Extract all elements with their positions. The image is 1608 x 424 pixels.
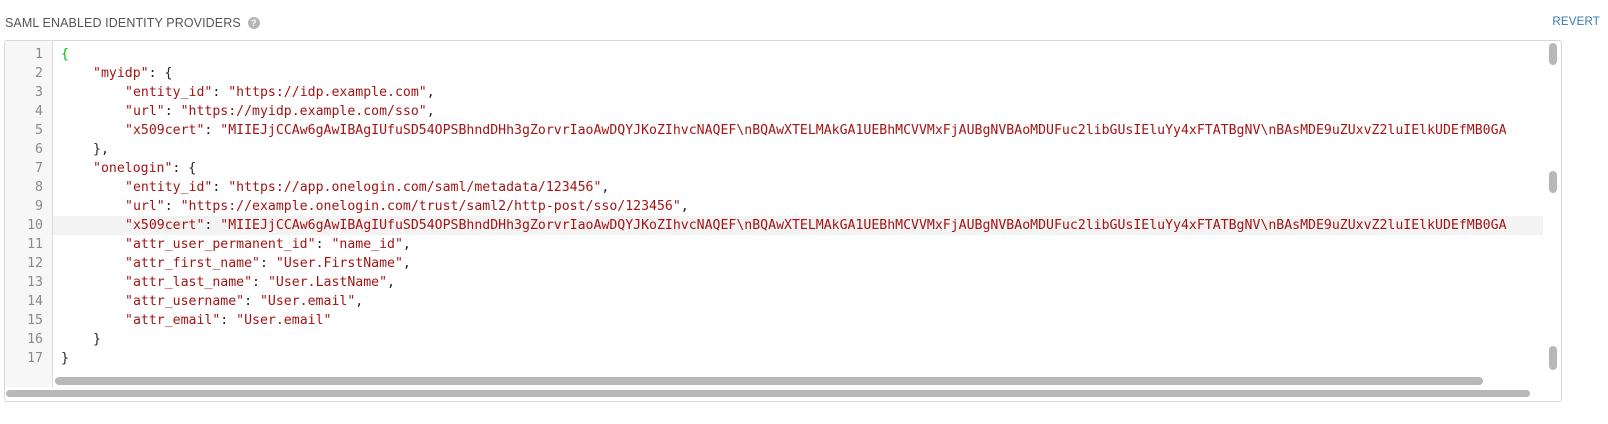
line-number: 16 [27, 332, 43, 347]
line-number: 10 [27, 218, 43, 233]
json-string: "User.LastName" [267, 275, 388, 290]
json-punctuation: , [426, 104, 435, 119]
json-string: "https://myidp.example.com/sso" [180, 104, 427, 119]
json-string: "https://idp.example.com" [228, 85, 427, 100]
code-line[interactable]: "entity_id": "https://app.onelogin.com/s… [125, 178, 609, 197]
question-circle-icon[interactable]: ? [247, 17, 260, 29]
json-punctuation: : [259, 256, 276, 271]
code-line[interactable]: } [61, 349, 69, 368]
json-punctuation: , [402, 256, 411, 271]
json-punctuation: : [204, 123, 221, 138]
json-punctuation: , [680, 199, 689, 214]
json-key: "entity_id" [125, 180, 213, 195]
code-editor[interactable]: 1 2 3 4 5 6 7 8 9 10 11 12 13 14 15 16 17 {"myidp": {"en… [4, 40, 1562, 402]
inner-horizontal-scrollbar-thumb[interactable] [55, 377, 1483, 385]
json-key: "x509cert" [125, 218, 205, 233]
json-string: "User.email" [259, 294, 356, 309]
json-punctuation: { [61, 47, 69, 62]
json-string: "User.FirstName" [275, 256, 403, 271]
line-number: 5 [35, 123, 43, 138]
json-punctuation: } [93, 332, 101, 347]
json-punctuation: , [355, 294, 364, 309]
json-key: "attr_username" [125, 294, 245, 309]
code-line[interactable]: { [61, 45, 69, 64]
json-key: "attr_last_name" [125, 275, 253, 290]
outer-horizontal-scrollbar[interactable] [4, 389, 1560, 399]
json-punctuation: : { [148, 66, 173, 81]
code-line[interactable]: }, [93, 140, 109, 159]
line-number: 13 [27, 275, 43, 290]
outer-horizontal-scrollbar-thumb[interactable] [6, 390, 1530, 397]
json-string: "User.email" [236, 313, 332, 328]
json-punctuation: : [164, 104, 181, 119]
json-punctuation: : [204, 218, 221, 233]
code-line[interactable]: "url": "https://myidp.example.com/sso", [125, 102, 435, 121]
json-punctuation: : { [172, 161, 197, 176]
json-punctuation: , [426, 85, 435, 100]
line-number: 7 [35, 161, 43, 176]
json-string: "name_id" [331, 237, 403, 252]
code-line[interactable]: "entity_id": "https://idp.example.com", [125, 83, 435, 102]
json-punctuation: : [212, 85, 229, 100]
code-line[interactable]: "attr_username": "User.email", [125, 292, 363, 311]
line-number: 6 [35, 142, 43, 157]
json-string: "https://app.onelogin.com/saml/metadata/… [228, 180, 602, 195]
line-number: 12 [27, 256, 43, 271]
line-number: 1 [35, 47, 43, 62]
vertical-scrollbar[interactable] [1545, 41, 1561, 387]
code-line[interactable]: "attr_user_permanent_id": "name_id", [125, 235, 411, 254]
code-line[interactable]: } [93, 330, 101, 349]
json-punctuation: : [244, 294, 260, 309]
json-key: "url" [125, 199, 165, 214]
line-number: 9 [35, 199, 43, 214]
json-string: "https://example.onelogin.com/trust/saml… [180, 199, 681, 214]
field-header: SAML ENABLED IDENTITY PROVIDERS ? REVERT [0, 0, 1608, 40]
code-line[interactable]: "attr_first_name": "User.FirstName", [125, 254, 411, 273]
code-line[interactable]: "onelogin": { [93, 159, 196, 178]
vertical-scrollbar-thumb-bottom[interactable] [1549, 346, 1557, 370]
json-punctuation: } [61, 351, 69, 366]
line-number: 11 [27, 237, 43, 252]
json-key: "attr_email" [125, 313, 221, 328]
json-punctuation: , [402, 237, 411, 252]
json-punctuation: : [315, 237, 332, 252]
line-number: 14 [27, 294, 43, 309]
field-label: SAML ENABLED IDENTITY PROVIDERS ? [5, 16, 260, 30]
json-punctuation: : [164, 199, 181, 214]
json-punctuation: , [387, 275, 395, 290]
json-key: "entity_id" [125, 85, 213, 100]
line-number: 4 [35, 104, 43, 119]
json-key: "myidp" [93, 66, 149, 81]
code-line[interactable]: "attr_email": "User.email" [125, 311, 331, 330]
json-punctuation: : [220, 313, 237, 328]
line-number: 8 [35, 180, 43, 195]
json-key: "x509cert" [125, 123, 205, 138]
line-number-gutter: 1 2 3 4 5 6 7 8 9 10 11 12 13 14 15 16 17 [5, 41, 53, 387]
code-line[interactable]: "attr_last_name": "User.LastName", [125, 273, 395, 292]
json-string: "MIIEJjCCAw6gAwIBAgIUfuSD54OPSBhndDHh3gZ… [220, 123, 1507, 138]
revert-link[interactable]: REVERT [1552, 16, 1600, 28]
line-number: 15 [27, 313, 43, 328]
vertical-scrollbar-thumb-top[interactable] [1549, 43, 1557, 65]
code-area[interactable]: {"myidp": {"entity_id": "https://idp.exa… [53, 41, 1543, 373]
code-line[interactable]: "url": "https://example.onelogin.com/tru… [125, 197, 689, 216]
vertical-scrollbar-thumb-mid[interactable] [1549, 171, 1557, 193]
json-key: "attr_user_permanent_id" [125, 237, 316, 252]
json-punctuation: : [252, 275, 268, 290]
field-label-text: SAML ENABLED IDENTITY PROVIDERS [5, 16, 241, 30]
code-line[interactable]: "myidp": { [93, 64, 172, 83]
code-line[interactable]: "x509cert": "MIIEJjCCAw6gAwIBAgIUfuSD54O… [125, 216, 1507, 235]
json-key: "onelogin" [93, 161, 173, 176]
json-punctuation: }, [93, 142, 109, 157]
code-line[interactable]: "x509cert": "MIIEJjCCAw6gAwIBAgIUfuSD54O… [125, 121, 1507, 140]
json-punctuation: : [212, 180, 229, 195]
line-number: 3 [35, 85, 43, 100]
json-punctuation: , [601, 180, 610, 195]
line-number: 17 [27, 351, 43, 366]
json-key: "url" [125, 104, 165, 119]
line-number: 2 [35, 66, 43, 81]
inner-horizontal-scrollbar[interactable] [53, 374, 1543, 386]
json-string: "MIIEJjCCAw6gAwIBAgIUfuSD54OPSBhndDHh3gZ… [220, 218, 1507, 233]
json-key: "attr_first_name" [125, 256, 260, 271]
